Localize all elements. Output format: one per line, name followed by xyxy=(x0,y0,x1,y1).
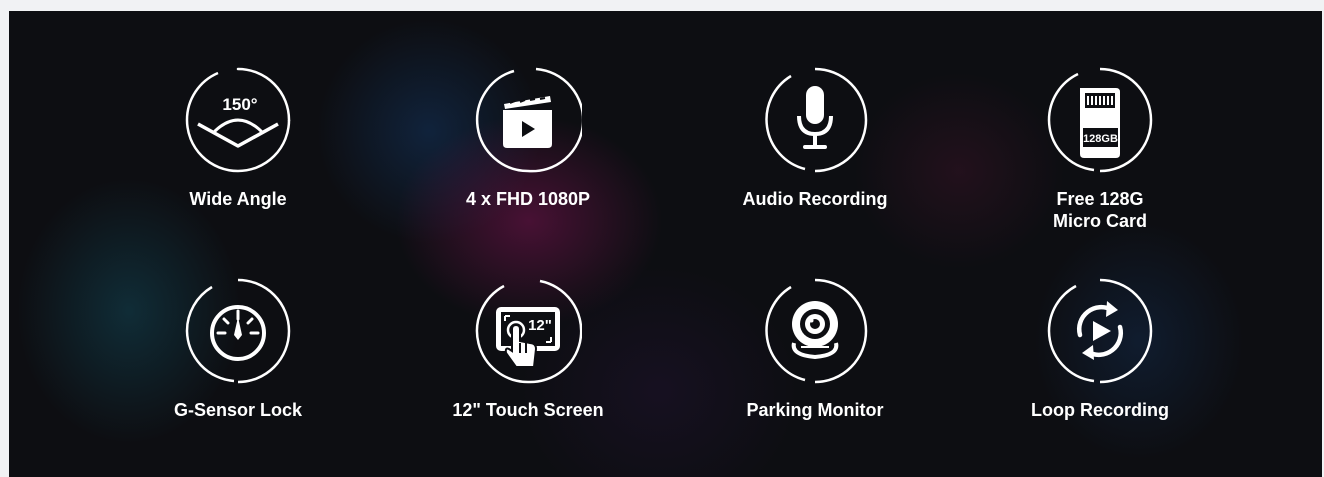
feature-label: Audio Recording xyxy=(742,189,888,209)
feature-label: 4 x FHD 1080P xyxy=(465,189,591,209)
feature-label: Loop Recording xyxy=(1031,400,1169,420)
webcam-icon xyxy=(761,277,869,385)
features-panel: 150° Wide Angle 4 x FHD 1080P Audio Reco… xyxy=(9,11,1322,477)
feature-label: G-Sensor Lock xyxy=(173,400,303,420)
touch-screen-size-text: 12" xyxy=(528,317,552,334)
clapperboard-icon xyxy=(474,66,582,174)
feature-label: Wide Angle xyxy=(189,189,287,209)
sd-card-icon: 128GB xyxy=(1046,66,1154,174)
wide-angle-degree-text: 150° xyxy=(222,95,257,114)
sd-card-capacity-text: 128GB xyxy=(1083,133,1118,145)
loop-icon xyxy=(1046,277,1154,385)
touch-screen-icon: 12" xyxy=(474,277,582,385)
feature-label: Parking Monitor xyxy=(746,400,884,420)
gauge-icon xyxy=(184,277,292,385)
feature-label: Free 128G Micro Card xyxy=(1052,189,1148,231)
wide-angle-icon: 150° xyxy=(184,66,292,174)
feature-label: 12" Touch Screen xyxy=(452,400,604,420)
microphone-icon xyxy=(761,66,869,174)
